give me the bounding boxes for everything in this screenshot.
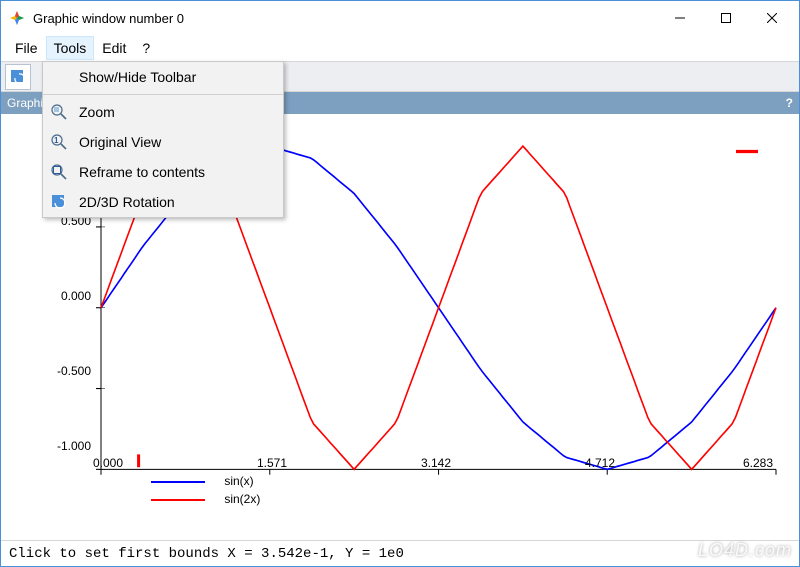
menu-item-reframe[interactable]: Reframe to contents bbox=[43, 157, 283, 187]
rotation-icon bbox=[49, 192, 69, 212]
window-title: Graphic window number 0 bbox=[33, 11, 657, 26]
legend-label: sin(2x) bbox=[224, 492, 260, 506]
close-button[interactable] bbox=[749, 2, 795, 34]
maximize-button[interactable] bbox=[703, 2, 749, 34]
menu-item-showhide-toolbar[interactable]: Show/Hide Toolbar bbox=[43, 62, 283, 92]
graphics-help-icon[interactable]: ? bbox=[786, 96, 793, 110]
status-bar: Click to set first bounds X = 3.542e-1, … bbox=[1, 540, 799, 566]
xtick-label: 1.571 bbox=[257, 456, 287, 470]
ytick-label: 0.000 bbox=[61, 289, 91, 303]
tools-dropdown: Show/Hide Toolbar Zoom 1 Original View R… bbox=[42, 61, 284, 218]
rotation-tool-button[interactable] bbox=[5, 64, 31, 90]
blank-icon bbox=[49, 67, 69, 87]
menu-item-label: Show/Hide Toolbar bbox=[79, 69, 196, 85]
reframe-icon bbox=[49, 162, 69, 182]
xtick-label: 6.283 bbox=[743, 456, 773, 470]
ytick-label: -1.000 bbox=[57, 439, 91, 453]
xtick-label: 3.142 bbox=[421, 456, 451, 470]
legend-entry-sin2x: sin(2x) bbox=[151, 492, 260, 506]
menu-item-label: Reframe to contents bbox=[79, 164, 205, 180]
xtick-label: 4.712 bbox=[585, 456, 615, 470]
menu-item-zoom[interactable]: Zoom bbox=[43, 97, 283, 127]
rotation-icon bbox=[9, 68, 27, 86]
menu-item-label: 2D/3D Rotation bbox=[79, 194, 175, 210]
menu-item-label: Zoom bbox=[79, 104, 115, 120]
menu-item-label: Original View bbox=[79, 134, 161, 150]
menu-item-original-view[interactable]: 1 Original View bbox=[43, 127, 283, 157]
legend-line-icon bbox=[151, 481, 205, 483]
minimize-button[interactable] bbox=[657, 2, 703, 34]
legend-line-icon bbox=[151, 499, 205, 501]
menu-tools[interactable]: Tools bbox=[46, 36, 95, 60]
app-icon bbox=[9, 10, 25, 26]
window-controls bbox=[657, 2, 795, 34]
legend-label: sin(x) bbox=[224, 474, 253, 488]
svg-text:1: 1 bbox=[54, 136, 59, 145]
menubar: File Tools Edit ? bbox=[1, 35, 799, 62]
menu-help[interactable]: ? bbox=[134, 36, 158, 60]
legend-entry-sinx: sin(x) bbox=[151, 474, 254, 488]
status-text: Click to set first bounds X = 3.542e-1, … bbox=[9, 546, 404, 562]
titlebar[interactable]: Graphic window number 0 bbox=[1, 1, 799, 35]
zoom-icon bbox=[49, 102, 69, 122]
menu-file[interactable]: File bbox=[7, 36, 46, 60]
menu-item-rotation[interactable]: 2D/3D Rotation bbox=[43, 187, 283, 217]
xtick-label: 0.000 bbox=[93, 456, 123, 470]
menu-edit[interactable]: Edit bbox=[94, 36, 134, 60]
original-view-icon: 1 bbox=[49, 132, 69, 152]
ytick-label: -0.500 bbox=[57, 364, 91, 378]
menu-separator bbox=[43, 94, 283, 95]
